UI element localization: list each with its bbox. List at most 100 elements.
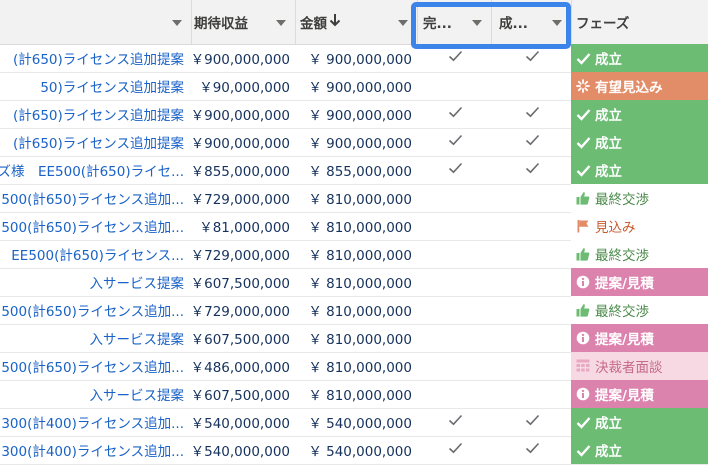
column-header-won[interactable]: 成... xyxy=(492,0,572,44)
opportunity-name-link[interactable]: ズ様 EE500(計650)ライセ... xyxy=(0,156,192,184)
thumbs-up-icon xyxy=(575,246,591,262)
flag-icon xyxy=(575,218,591,234)
amount-cell: ￥ 810,000,000 xyxy=(308,248,412,264)
expected-revenue-cell: ￥81,000,000 xyxy=(199,220,290,236)
amount-cell: ￥ 810,000,000 xyxy=(308,276,412,292)
column-header-closed[interactable]: 完... xyxy=(418,0,492,44)
opportunity-name-link[interactable]: (計650)ライセンス追加提案 xyxy=(0,128,192,156)
column-header-expected-revenue[interactable]: 期待収益 xyxy=(192,0,296,44)
opportunity-name-link[interactable]: 500(計650)ライセンス追加... xyxy=(0,296,192,324)
expected-revenue-cell: ￥900,000,000 xyxy=(192,52,290,68)
closed-cell xyxy=(418,100,492,128)
won-cell xyxy=(492,408,572,436)
closed-cell xyxy=(418,352,492,380)
checkmark-icon xyxy=(525,162,540,178)
info-icon xyxy=(575,274,591,290)
opportunity-name-link[interactable]: 300(計400)ライセンス追加... xyxy=(0,436,192,464)
chevron-down-icon[interactable] xyxy=(395,14,411,30)
opportunity-name-link[interactable]: 500(計650)ライセンス追加... xyxy=(0,352,192,380)
table-row[interactable]: 300(計400)ライセンス追加... ￥540,000,000 ￥ 540,000… xyxy=(0,436,708,465)
table-header: 期待収益 金額 完... 成... フェーズ xyxy=(0,0,708,45)
opportunity-name-link[interactable]: (計650)ライセンス追加提案 xyxy=(0,100,192,128)
opportunity-name-link[interactable]: 入サービス提案 xyxy=(0,268,192,296)
table-row[interactable]: (計650)ライセンス追加提案 ￥900,000,000 ￥ 900,000,000… xyxy=(0,44,708,73)
table-row[interactable]: ズ様 EE500(計650)ライセ... ￥855,000,000 ￥ 855,00… xyxy=(0,156,708,185)
closed-cell xyxy=(418,44,492,72)
column-header-amount[interactable]: 金額 xyxy=(296,0,418,44)
sparkle-icon xyxy=(575,78,591,94)
won-cell xyxy=(492,212,572,240)
thumbs-up-icon xyxy=(575,302,591,318)
checkmark-icon xyxy=(448,50,463,66)
chevron-down-icon[interactable] xyxy=(273,14,289,30)
opportunity-name-link[interactable]: (計650)ライセンス追加提案 xyxy=(0,44,192,72)
check-icon xyxy=(575,162,591,178)
expected-revenue-cell: ￥855,000,000 xyxy=(192,164,290,180)
checkmark-icon xyxy=(525,134,540,150)
expected-revenue-cell: ￥729,000,000 xyxy=(192,304,290,320)
column-label: フェーズ xyxy=(576,16,630,32)
opportunity-name-link[interactable]: 50)ライセンス追加提案 xyxy=(0,72,192,100)
phase-label: 成立 xyxy=(595,136,622,152)
expected-revenue-cell: ￥729,000,000 xyxy=(192,192,290,208)
opportunity-name-link[interactable]: 300(計400)ライセンス追加... xyxy=(0,408,192,436)
table-row[interactable]: 入サービス提案 ￥607,500,000 ￥ 810,000,000 提案/見積 xyxy=(0,380,708,409)
table-row[interactable]: 500(計650)ライセンス追加... ￥729,000,000 ￥ 810,000… xyxy=(0,184,708,213)
info-icon xyxy=(575,330,591,346)
won-cell xyxy=(492,324,572,352)
phase-badge: 最終交渉 xyxy=(571,296,708,324)
opportunity-name-link[interactable]: 500(計650)ライセンス追加... xyxy=(0,212,192,240)
chevron-down-icon[interactable] xyxy=(549,14,565,30)
amount-cell: ￥ 855,000,000 xyxy=(308,164,412,180)
won-cell xyxy=(492,352,572,380)
won-cell xyxy=(492,156,572,184)
table-row[interactable]: EE500(計650)ライセンス... ￥729,000,000 ￥ 810,000… xyxy=(0,240,708,269)
phase-badge: 有望見込み xyxy=(571,72,708,100)
phase-badge: 成立 xyxy=(571,156,708,184)
table-row[interactable]: (計650)ライセンス追加提案 ￥900,000,000 ￥ 900,000,000… xyxy=(0,100,708,129)
expected-revenue-cell: ￥900,000,000 xyxy=(192,108,290,124)
won-cell xyxy=(492,72,572,100)
amount-cell: ￥ 810,000,000 xyxy=(308,360,412,376)
opportunity-name-link[interactable]: 500(計650)ライセンス追加... xyxy=(0,184,192,212)
won-cell xyxy=(492,240,572,268)
closed-cell xyxy=(418,408,492,436)
opportunity-name-link[interactable]: 入サービス提案 xyxy=(0,380,192,408)
check-icon xyxy=(575,442,591,458)
checkmark-icon xyxy=(525,106,540,122)
won-cell xyxy=(492,436,572,464)
won-cell xyxy=(492,296,572,324)
opportunity-name-link[interactable]: 入サービス提案 xyxy=(0,324,192,352)
table-row[interactable]: 300(計400)ライセンス追加... ￥540,000,000 ￥ 540,000… xyxy=(0,408,708,437)
amount-cell: ￥ 810,000,000 xyxy=(308,332,412,348)
table-row[interactable]: 500(計650)ライセンス追加... ￥729,000,000 ￥ 810,000… xyxy=(0,296,708,325)
closed-cell xyxy=(418,128,492,156)
chevron-down-icon[interactable] xyxy=(469,14,485,30)
expected-revenue-cell: ￥90,000,000 xyxy=(199,80,290,96)
column-header-phase[interactable]: フェーズ xyxy=(572,0,708,44)
phase-badge: 最終交渉 xyxy=(571,240,708,268)
check-icon xyxy=(575,50,591,66)
checkmark-icon xyxy=(448,162,463,178)
expected-revenue-cell: ￥900,000,000 xyxy=(192,136,290,152)
phase-badge: 最終交渉 xyxy=(571,184,708,212)
check-icon xyxy=(575,134,591,150)
phase-label: 成立 xyxy=(595,164,622,180)
closed-cell xyxy=(418,156,492,184)
closed-cell xyxy=(418,324,492,352)
column-header-opportunity-name[interactable] xyxy=(0,0,192,44)
expected-revenue-cell: ￥540,000,000 xyxy=(192,416,290,432)
table-row[interactable]: 入サービス提案 ￥607,500,000 ￥ 810,000,000 提案/見積 xyxy=(0,324,708,353)
column-label: 期待収益 xyxy=(194,16,248,32)
opportunity-name-link[interactable]: EE500(計650)ライセンス... xyxy=(0,240,192,268)
table-row[interactable]: 500(計650)ライセンス追加... ￥486,000,000 ￥ 810,000… xyxy=(0,352,708,381)
phase-label: 成立 xyxy=(595,108,622,124)
expected-revenue-cell: ￥607,500,000 xyxy=(192,332,290,348)
table-row[interactable]: 50)ライセンス追加提案 ￥90,000,000 ￥ 900,000,000 有望見込… xyxy=(0,72,708,101)
grid-icon xyxy=(575,358,591,374)
closed-cell xyxy=(418,212,492,240)
table-row[interactable]: 入サービス提案 ￥607,500,000 ￥ 810,000,000 提案/見積 xyxy=(0,268,708,297)
table-row[interactable]: (計650)ライセンス追加提案 ￥900,000,000 ￥ 900,000,000… xyxy=(0,128,708,157)
chevron-down-icon[interactable] xyxy=(169,14,185,30)
table-row[interactable]: 500(計650)ライセンス追加... ￥81,000,000 ￥ 810,000,… xyxy=(0,212,708,241)
